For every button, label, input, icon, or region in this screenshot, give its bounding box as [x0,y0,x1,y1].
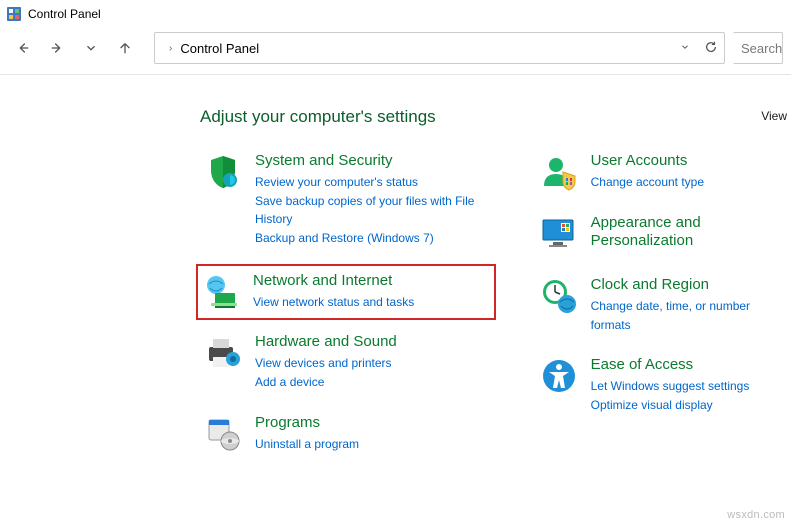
main-content: Adjust your computer's settings View Sys… [0,75,791,473]
category-network-internet[interactable]: Network and Internet View network status… [196,264,496,320]
category-title[interactable]: Appearance and Personalization [591,214,788,250]
breadcrumb-location[interactable]: Control Panel [180,41,259,56]
up-button[interactable] [110,33,140,63]
accessibility-icon [539,356,579,396]
category-title[interactable]: System and Security [255,152,493,170]
arrow-left-icon [16,41,30,55]
view-by-label[interactable]: View [761,109,787,123]
printer-icon [203,333,243,373]
category-link[interactable]: Save backup copies of your files with Fi… [255,192,493,229]
titlebar: Control Panel [0,0,791,28]
back-button[interactable] [8,33,38,63]
category-link[interactable]: Uninstall a program [255,435,359,454]
watermark: wsxdn.com [727,509,785,521]
category-appearance[interactable]: Appearance and Personalization [536,211,791,257]
page-heading: Adjust your computer's settings [200,107,791,127]
category-link[interactable]: View devices and printers [255,354,397,373]
category-link[interactable]: Backup and Restore (Windows 7) [255,229,493,248]
category-title[interactable]: Clock and Region [591,276,788,294]
category-link[interactable]: Review your computer's status [255,173,493,192]
category-title[interactable]: Ease of Access [591,356,750,374]
category-programs[interactable]: Programs Uninstall a program [200,411,496,457]
search-placeholder: Search [741,41,782,56]
address-bar[interactable]: › Control Panel [154,32,725,64]
category-title[interactable]: Programs [255,414,359,432]
left-column: System and Security Review your computer… [200,149,496,473]
category-ease-of-access[interactable]: Ease of Access Let Windows suggest setti… [536,353,791,417]
arrow-up-icon [118,41,132,55]
clock-icon [539,276,579,316]
chevron-down-icon[interactable] [680,41,690,55]
category-title[interactable]: User Accounts [591,152,704,170]
programs-icon [203,414,243,454]
chevron-down-icon [84,41,98,55]
forward-button[interactable] [42,33,72,63]
monitor-icon [539,214,579,254]
recent-dropdown[interactable] [76,33,106,63]
category-link[interactable]: Optimize visual display [591,396,750,415]
window-title: Control Panel [28,7,101,21]
category-link[interactable]: Change account type [591,173,704,192]
category-title[interactable]: Hardware and Sound [255,333,397,351]
category-system-security[interactable]: System and Security Review your computer… [200,149,496,250]
category-link[interactable]: Change date, time, or number formats [591,297,788,334]
category-link[interactable]: Add a device [255,373,397,392]
network-icon [201,272,241,312]
chevron-right-icon: › [169,43,172,54]
category-hardware-sound[interactable]: Hardware and Sound View devices and prin… [200,330,496,394]
shield-icon [203,152,243,192]
user-icon [539,152,579,192]
right-column: User Accounts Change account type Appear… [536,149,791,473]
refresh-button[interactable] [704,40,718,57]
control-panel-icon [6,6,22,22]
category-title[interactable]: Network and Internet [253,272,414,290]
nav-row: › Control Panel Search [0,28,791,75]
category-link[interactable]: View network status and tasks [253,293,414,312]
category-link[interactable]: Let Windows suggest settings [591,377,750,396]
arrow-right-icon [50,41,64,55]
search-input[interactable]: Search [733,32,783,64]
category-user-accounts[interactable]: User Accounts Change account type [536,149,791,195]
category-clock-region[interactable]: Clock and Region Change date, time, or n… [536,273,791,337]
